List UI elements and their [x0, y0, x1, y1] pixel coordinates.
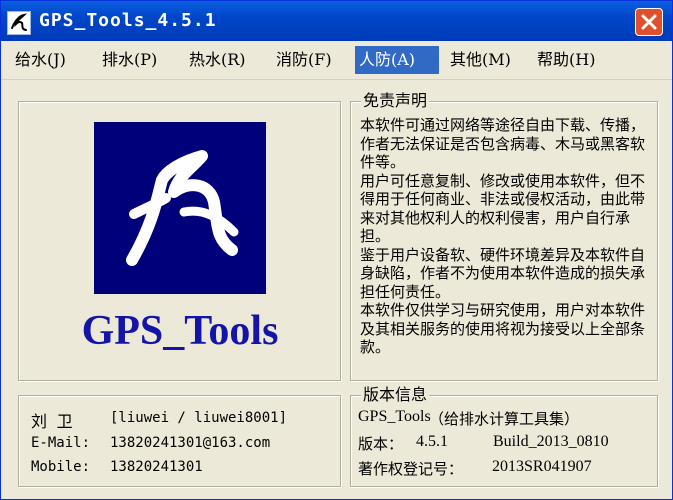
title-bar[interactable]: GPS_Tools_4.5.1 — [1, 1, 672, 41]
close-icon — [641, 14, 657, 30]
contact-panel: 刘 卫 [liuwei / liuwei8001] E-Mail: 138202… — [18, 395, 341, 487]
disclaimer-paragraph-4: 本软件仅供学习与研究使用，用户对本软件及其相关服务的使用将视为接受以上全部条款。 — [360, 301, 646, 356]
menu-water-supply[interactable]: 给水(J) — [11, 46, 70, 74]
version-label: 版本： — [358, 435, 404, 453]
disclaimer-group: 免责声明 本软件可通过网络等途径自由下载、传播，作者无法保证是否包含病毒、木马或… — [350, 91, 658, 381]
close-button[interactable] — [635, 8, 663, 36]
build-value: Build_2013_0810 — [493, 433, 609, 450]
copyright-label: 著作权登记号： — [358, 460, 464, 478]
email-label: E-Mail: — [31, 435, 91, 451]
email-value: 13820241301@163.com — [110, 435, 271, 451]
author-handle: [liuwei / liuwei8001] — [110, 410, 288, 426]
disclaimer-title: 免责声明 — [361, 91, 430, 111]
about-window: GPS_Tools_4.5.1 给水(J) 排水(P) 热水(R) 消防(F) … — [0, 0, 673, 500]
mobile-value: 13820241301 — [110, 459, 203, 475]
version-value: 4.5.1 — [416, 433, 448, 450]
mobile-label: Mobile: — [31, 459, 91, 475]
app-icon[interactable] — [7, 11, 31, 35]
disclaimer-paragraph-2: 用户可任意复制、修改或使用本软件，但不得用于任何商业、非法或侵权活动，由此带来对… — [360, 171, 646, 246]
menu-help[interactable]: 帮助(H) — [533, 46, 599, 74]
menu-fire-protection[interactable]: 消防(F) — [272, 46, 336, 74]
copyright-number: 2013SR041907 — [492, 458, 592, 475]
app-name: GPS_Tools — [358, 408, 431, 425]
logo-panel: GPS_Tools — [18, 101, 341, 381]
menu-drainage[interactable]: 排水(P) — [98, 46, 161, 74]
app-logo — [94, 122, 266, 294]
disclaimer-paragraph-1: 本软件可通过网络等途径自由下载、传播，作者无法保证是否包含病毒、木马或黑客软件等… — [360, 116, 646, 171]
app-logo-glyph-icon — [11, 13, 28, 31]
menu-hot-water[interactable]: 热水(R) — [185, 46, 250, 74]
author-name: 刘 卫 — [31, 412, 73, 431]
version-info-title: 版本信息 — [361, 385, 430, 405]
logo-calligraphy-icon — [126, 150, 239, 266]
menu-bar: 给水(J) 排水(P) 热水(R) 消防(F) 人防(A) 其他(M) 帮助(H… — [1, 41, 672, 80]
disclaimer-paragraph-3: 鉴于用户设备软、硬件环境差异及本软件自身缺陷，作者不为使用本软件造成的损失承担任… — [360, 245, 646, 301]
brand-name: GPS_Tools — [81, 308, 279, 354]
window-title: GPS_Tools_4.5.1 — [39, 10, 217, 31]
menu-civil-defense[interactable]: 人防(A) — [355, 46, 439, 74]
app-description: （给排水计算工具集） — [429, 410, 580, 428]
disclaimer-text: 本软件可通过网络等途径自由下载、传播，作者无法保证是否包含病毒、木马或黑客软件等… — [360, 116, 653, 357]
version-info-group: 版本信息 GPS_Tools （给排水计算工具集） 版本： 4.5.1 Buil… — [350, 385, 658, 487]
menu-other[interactable]: 其他(M) — [446, 46, 515, 74]
